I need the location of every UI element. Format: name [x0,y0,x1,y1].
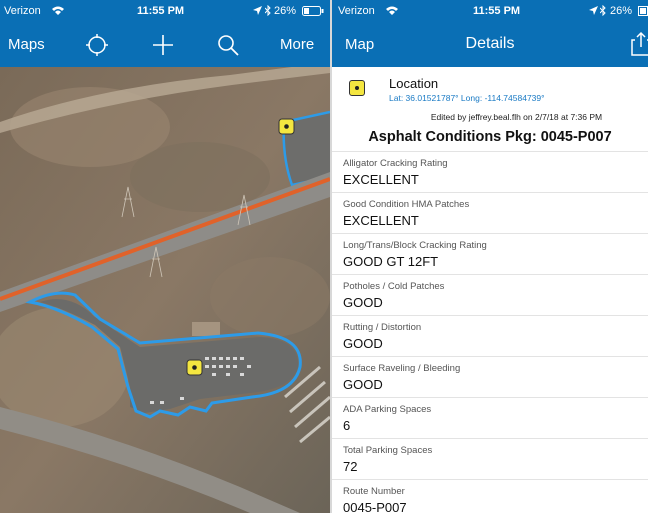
attribute-value: EXCELLENT [343,172,419,187]
attribute-label: Alligator Cracking Rating [343,158,448,169]
battery-icon [302,6,324,16]
attribute-row[interactable]: Good Condition HMA Patches EXCELLENT [332,192,648,234]
attribute-row[interactable]: Rutting / Distortion GOOD [332,315,648,357]
status-bar: Verizon 11:55 PM 26% [332,0,648,22]
building [192,322,220,336]
wifi-icon [386,6,398,15]
location-coordinates: Lat: 36.01521787° Long: -114.74584739° [389,93,545,103]
back-to-map-button[interactable]: Map [345,36,374,53]
signal-carrier: Verizon [4,5,41,17]
location-arrow-icon [589,6,598,15]
attribute-label: Total Parking Spaces [343,445,433,456]
wifi-icon [52,6,64,15]
details-title: Details [465,35,515,52]
edited-by-text: Edited by jeffrey.beal.flh on 2/7/18 at … [430,112,603,122]
more-button[interactable]: More [280,36,314,53]
search-icon[interactable] [215,32,241,58]
details-toolbar: Map Details [332,22,648,67]
attribute-value: 6 [343,418,351,433]
status-time: 11:55 PM [137,5,185,17]
battery-icon [638,6,648,16]
maps-button[interactable]: Maps [8,36,45,53]
attribute-label: Rutting / Distortion [343,322,422,333]
terrain-patch [210,257,330,337]
details-screen: Verizon 11:55 PM 26% Map Details Locatio… [332,0,648,513]
attribute-value: GOOD GT 12FT [343,254,439,269]
battery-percent: 26% [610,5,633,17]
attribute-row[interactable]: ADA Parking Spaces 6 [332,397,648,439]
package-title: Asphalt Conditions Pkg: 0045-P007 [368,129,612,145]
feature-marker-icon[interactable] [186,359,203,376]
attribute-label: Good Condition HMA Patches [343,199,470,210]
attribute-value: EXCELLENT [343,213,419,228]
attribute-value: 72 [343,459,358,474]
status-bar: Verizon 11:55 PM 26% [0,0,330,22]
feature-marker-icon [349,80,365,96]
attribute-row[interactable]: Surface Raveling / Bleeding GOOD [332,356,648,398]
status-time: 11:55 PM [473,5,521,17]
add-icon[interactable] [150,32,176,58]
attribute-row[interactable]: Alligator Cracking Rating EXCELLENT [332,151,648,193]
attribute-value: 0045-P007 [343,500,407,513]
locate-icon[interactable] [84,32,110,58]
bluetooth-icon [600,5,606,16]
attribute-value: GOOD [343,295,383,310]
attribute-label: Surface Raveling / Bleeding [343,363,461,374]
attribute-value: GOOD [343,377,383,392]
attribute-row[interactable]: Long/Trans/Block Cracking Rating GOOD GT… [332,233,648,275]
attribute-label: ADA Parking Spaces [343,404,432,415]
attribute-row[interactable]: Potholes / Cold Patches GOOD [332,274,648,316]
attribute-value: GOOD [343,336,383,351]
attribute-row[interactable]: Total Parking Spaces 72 [332,438,648,480]
attribute-row[interactable]: Route Number 0045-P007 [332,479,648,513]
attribute-label: Potholes / Cold Patches [343,281,445,292]
share-icon[interactable] [628,31,648,57]
map-toolbar: Maps More [0,22,330,67]
bluetooth-icon [265,5,271,16]
attribute-label: Route Number [343,486,405,497]
map-screen: Verizon 11:55 PM 26% Maps More [0,0,330,513]
signal-carrier: Verizon [338,5,375,17]
feature-marker-icon[interactable] [278,118,295,135]
satellite-map[interactable] [0,67,330,513]
battery-percent: 26% [274,5,297,17]
location-arrow-icon [253,6,262,15]
location-title: Location [389,76,439,91]
attribute-label: Long/Trans/Block Cracking Rating [343,240,487,251]
